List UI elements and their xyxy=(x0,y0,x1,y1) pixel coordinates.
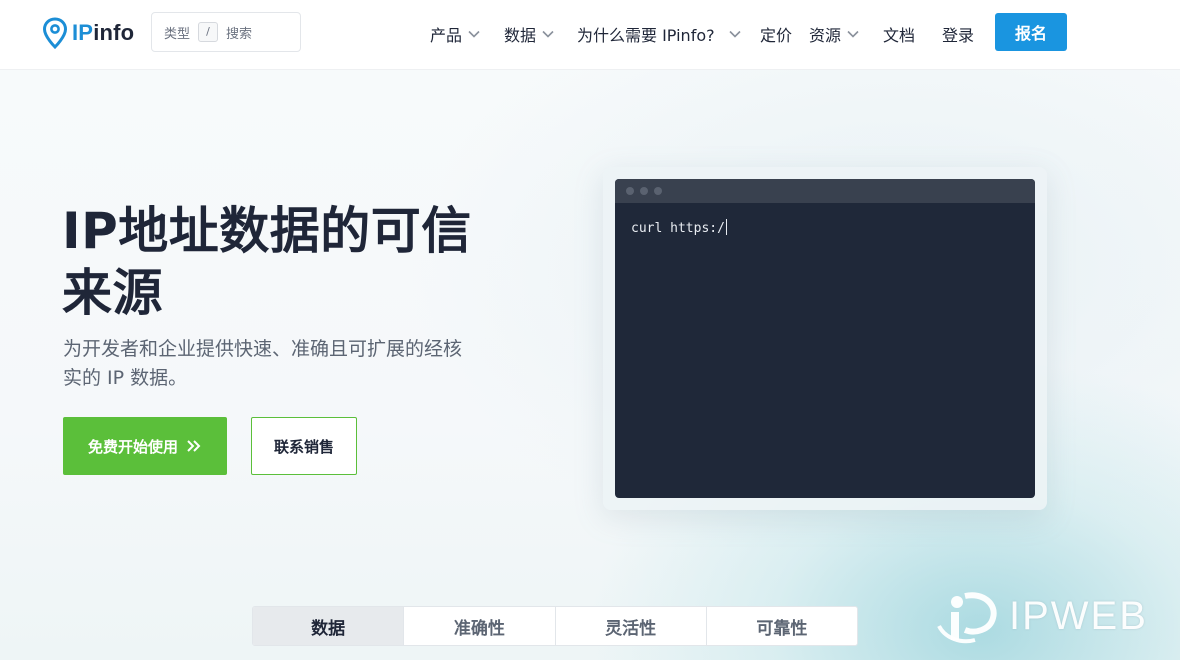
nav-label: 文档 xyxy=(883,26,916,45)
window-dot-icon xyxy=(654,187,662,195)
nav-label: 定价 xyxy=(760,26,793,45)
ipinfo-logo[interactable]: IPinfo xyxy=(42,16,134,50)
tab-flexibility[interactable]: 灵活性 xyxy=(556,607,707,645)
hero-subtitle-line1: 为开发者和企业提供快速、准确且可扩展的经核 xyxy=(63,338,463,360)
tab-reliability[interactable]: 可靠性 xyxy=(707,607,857,645)
terminal-frame: curl https:/ xyxy=(603,167,1047,510)
terminal-title-bar xyxy=(615,179,1035,203)
signup-button[interactable]: 报名 xyxy=(995,13,1067,51)
double-chevron-right-icon xyxy=(187,440,201,452)
nav-label: 数据 xyxy=(504,26,537,45)
hero-title-line2: 来源 xyxy=(62,264,163,322)
logo-wordmark: IPinfo xyxy=(72,20,134,46)
nav-item-login[interactable]: 登录 xyxy=(942,22,974,46)
hero-subtitle: 为开发者和企业提供快速、准确且可扩展的经核 实的 IP 数据。 xyxy=(63,335,523,393)
ipweb-watermark: IPWEB xyxy=(935,585,1170,647)
hero-title: IP地址数据的可信 来源 xyxy=(62,200,522,324)
chevron-down-icon xyxy=(542,30,554,38)
slash-key-hint: / xyxy=(198,22,219,42)
tab-data[interactable]: 数据 xyxy=(253,607,405,645)
nav-item-resources[interactable]: 资源 xyxy=(809,22,859,46)
nav-item-why-ipinfo[interactable]: 为什么需要 IPinfo? xyxy=(577,22,741,46)
site-header: IPinfo 类型 / 搜索 产品 数据 为什么需要 IPinfo? 定价 资源… xyxy=(0,0,1180,70)
location-pin-icon xyxy=(42,17,68,49)
tab-accuracy[interactable]: 准确性 xyxy=(404,607,556,645)
text-cursor xyxy=(725,219,727,235)
window-dot-icon xyxy=(626,187,634,195)
nav-label: 产品 xyxy=(430,26,463,45)
chevron-down-icon xyxy=(847,30,859,38)
watermark-text: IPWEB xyxy=(1009,593,1148,638)
get-started-label: 免费开始使用 xyxy=(87,437,178,456)
hero-subtitle-line2: 实的 IP 数据。 xyxy=(63,367,188,389)
contact-sales-button[interactable]: 联系销售 xyxy=(251,417,357,475)
terminal-command: curl https:/ xyxy=(631,221,725,236)
search-label: 搜索 xyxy=(226,26,253,42)
search-type-label: 类型 xyxy=(164,26,191,42)
nav-label: 资源 xyxy=(809,26,842,45)
nav-label: 为什么需要 IPinfo? xyxy=(577,26,715,45)
nav-item-products[interactable]: 产品 xyxy=(430,22,480,46)
chevron-down-icon xyxy=(729,30,741,38)
get-started-free-button[interactable]: 免费开始使用 xyxy=(63,417,227,475)
terminal-command-line[interactable]: curl https:/ xyxy=(631,219,727,236)
terminal-window[interactable]: curl https:/ xyxy=(615,179,1035,498)
feature-tabs: 数据 准确性 灵活性 可靠性 xyxy=(252,606,858,646)
hero-title-line1: IP地址数据的可信 xyxy=(62,202,472,260)
nav-label: 登录 xyxy=(942,26,975,45)
search-input[interactable]: 类型 / 搜索 xyxy=(151,12,301,52)
ipweb-logo-icon xyxy=(937,592,997,644)
nav-item-data[interactable]: 数据 xyxy=(504,22,554,46)
window-dot-icon xyxy=(640,187,648,195)
nav-item-docs[interactable]: 文档 xyxy=(883,22,915,46)
logo-suffix: info xyxy=(93,20,135,45)
logo-prefix: IP xyxy=(72,20,94,45)
chevron-down-icon xyxy=(468,30,480,38)
nav-item-pricing[interactable]: 定价 xyxy=(760,22,792,46)
